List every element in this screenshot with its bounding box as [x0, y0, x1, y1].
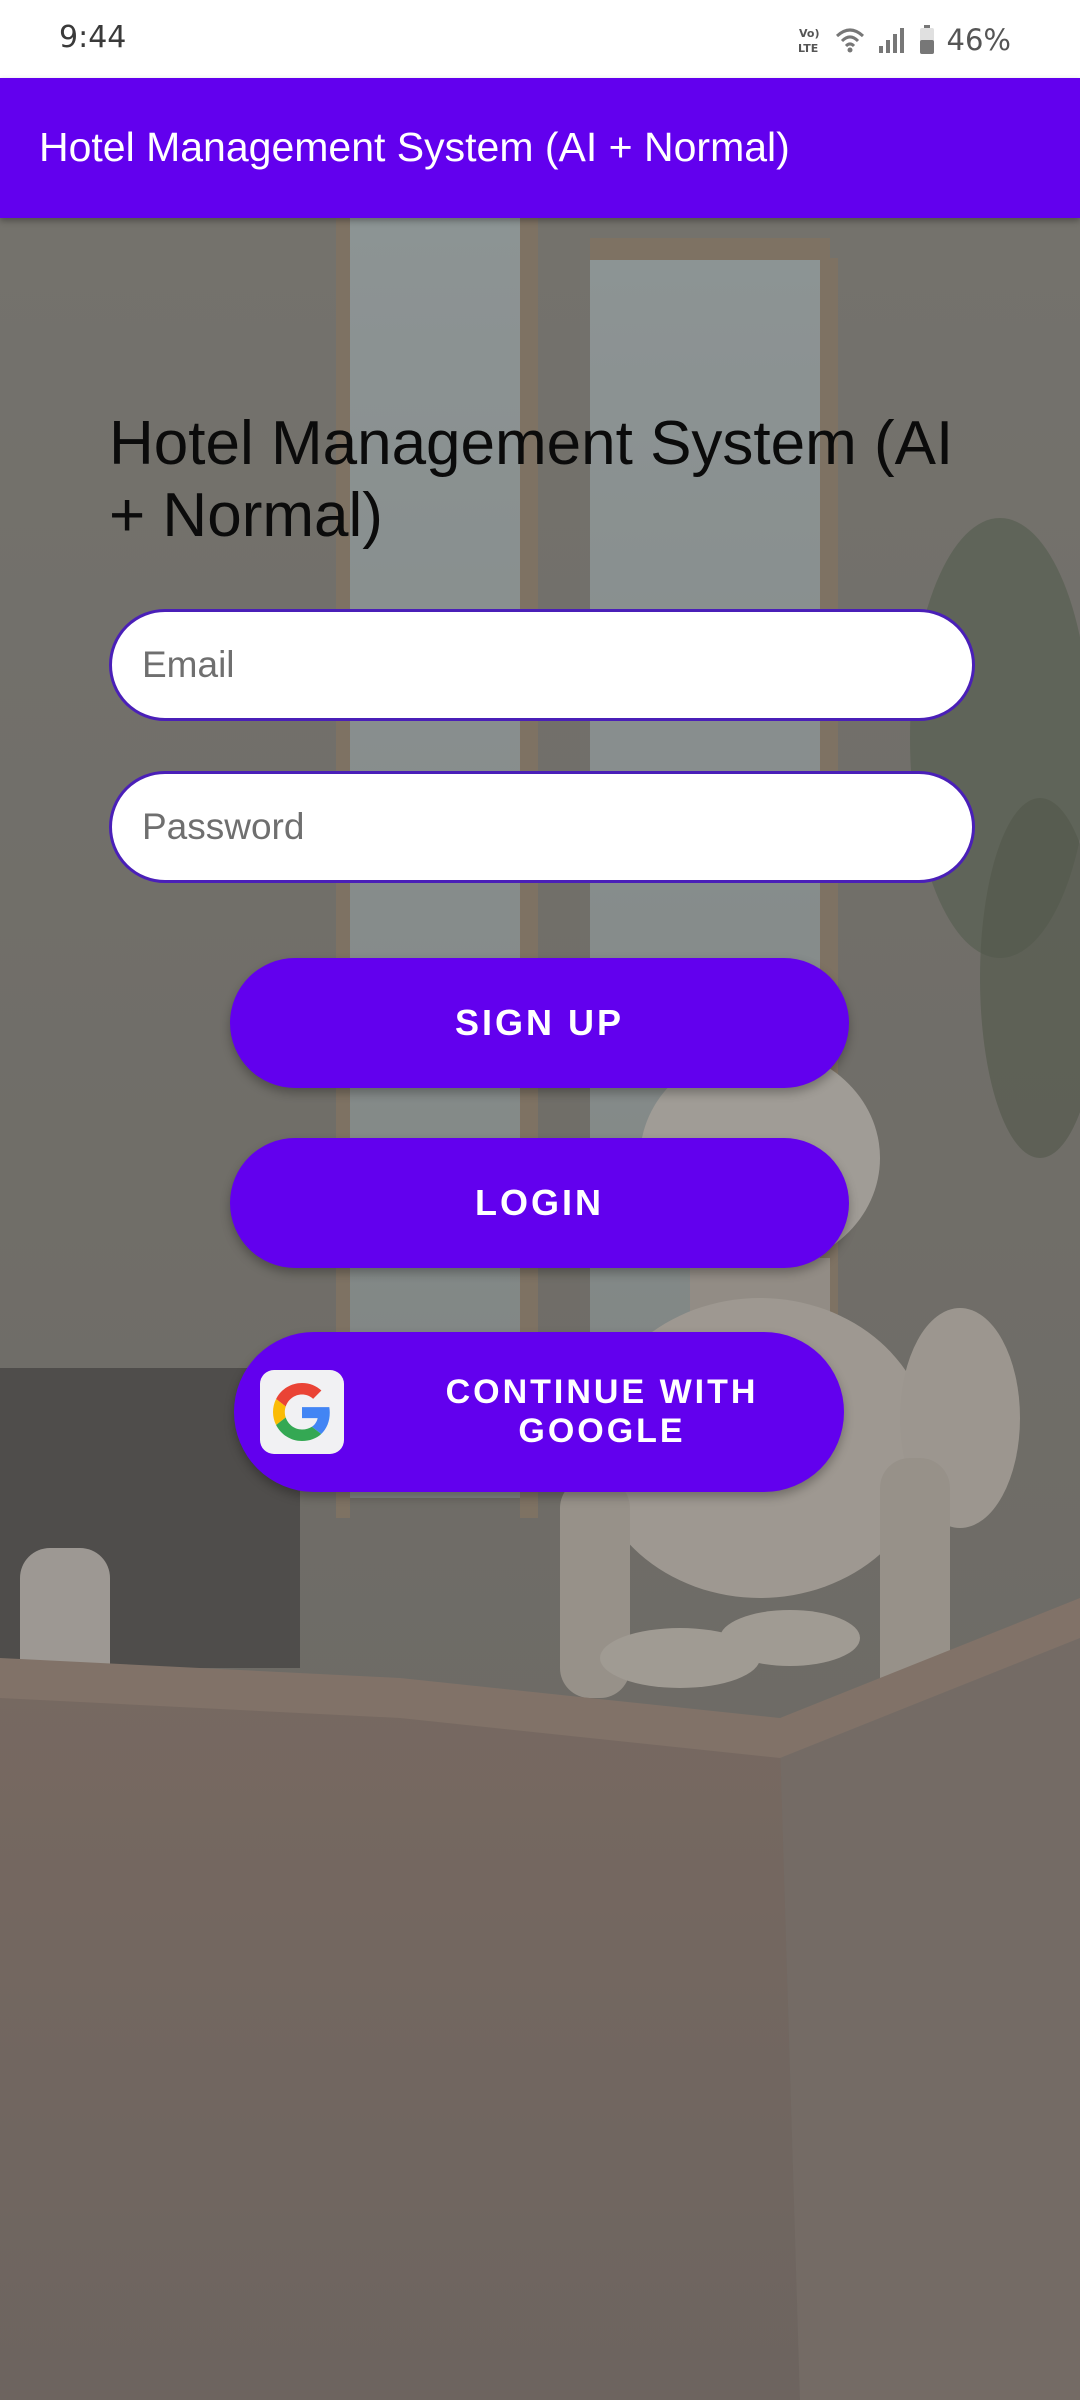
email-field-container [109, 609, 975, 721]
app-bar-title: Hotel Management System (AI + Normal) [39, 124, 790, 170]
continue-with-google-button[interactable]: CONTINUE WITH GOOGLE [234, 1332, 844, 1492]
status-bar: 9:44 Vo) LTE 46% [0, 0, 1080, 78]
google-button-label: CONTINUE WITH GOOGLE [445, 1373, 759, 1450]
password-field-container [109, 771, 975, 883]
svg-text:LTE: LTE [798, 42, 818, 55]
status-icons: Vo) LTE 46% [797, 20, 1011, 60]
svg-text:Vo): Vo) [799, 27, 820, 40]
signal-icon [877, 26, 907, 54]
volte-icon: Vo) LTE [797, 25, 823, 55]
email-field[interactable] [112, 612, 972, 718]
wifi-icon [835, 26, 865, 54]
google-icon [260, 1370, 344, 1454]
sign-up-button[interactable]: SIGN UP [230, 958, 849, 1088]
status-time: 9:44 [59, 20, 127, 55]
password-field[interactable] [112, 774, 972, 880]
app-bar: Hotel Management System (AI + Normal) [0, 78, 1080, 218]
login-screen: Hotel Management System (AI + Normal) SI… [0, 218, 1080, 2400]
page-title: Hotel Management System (AI + Normal) [109, 409, 954, 550]
battery-icon [919, 25, 935, 55]
battery-percent: 46% [946, 23, 1011, 57]
login-button[interactable]: LOGIN [230, 1138, 849, 1268]
